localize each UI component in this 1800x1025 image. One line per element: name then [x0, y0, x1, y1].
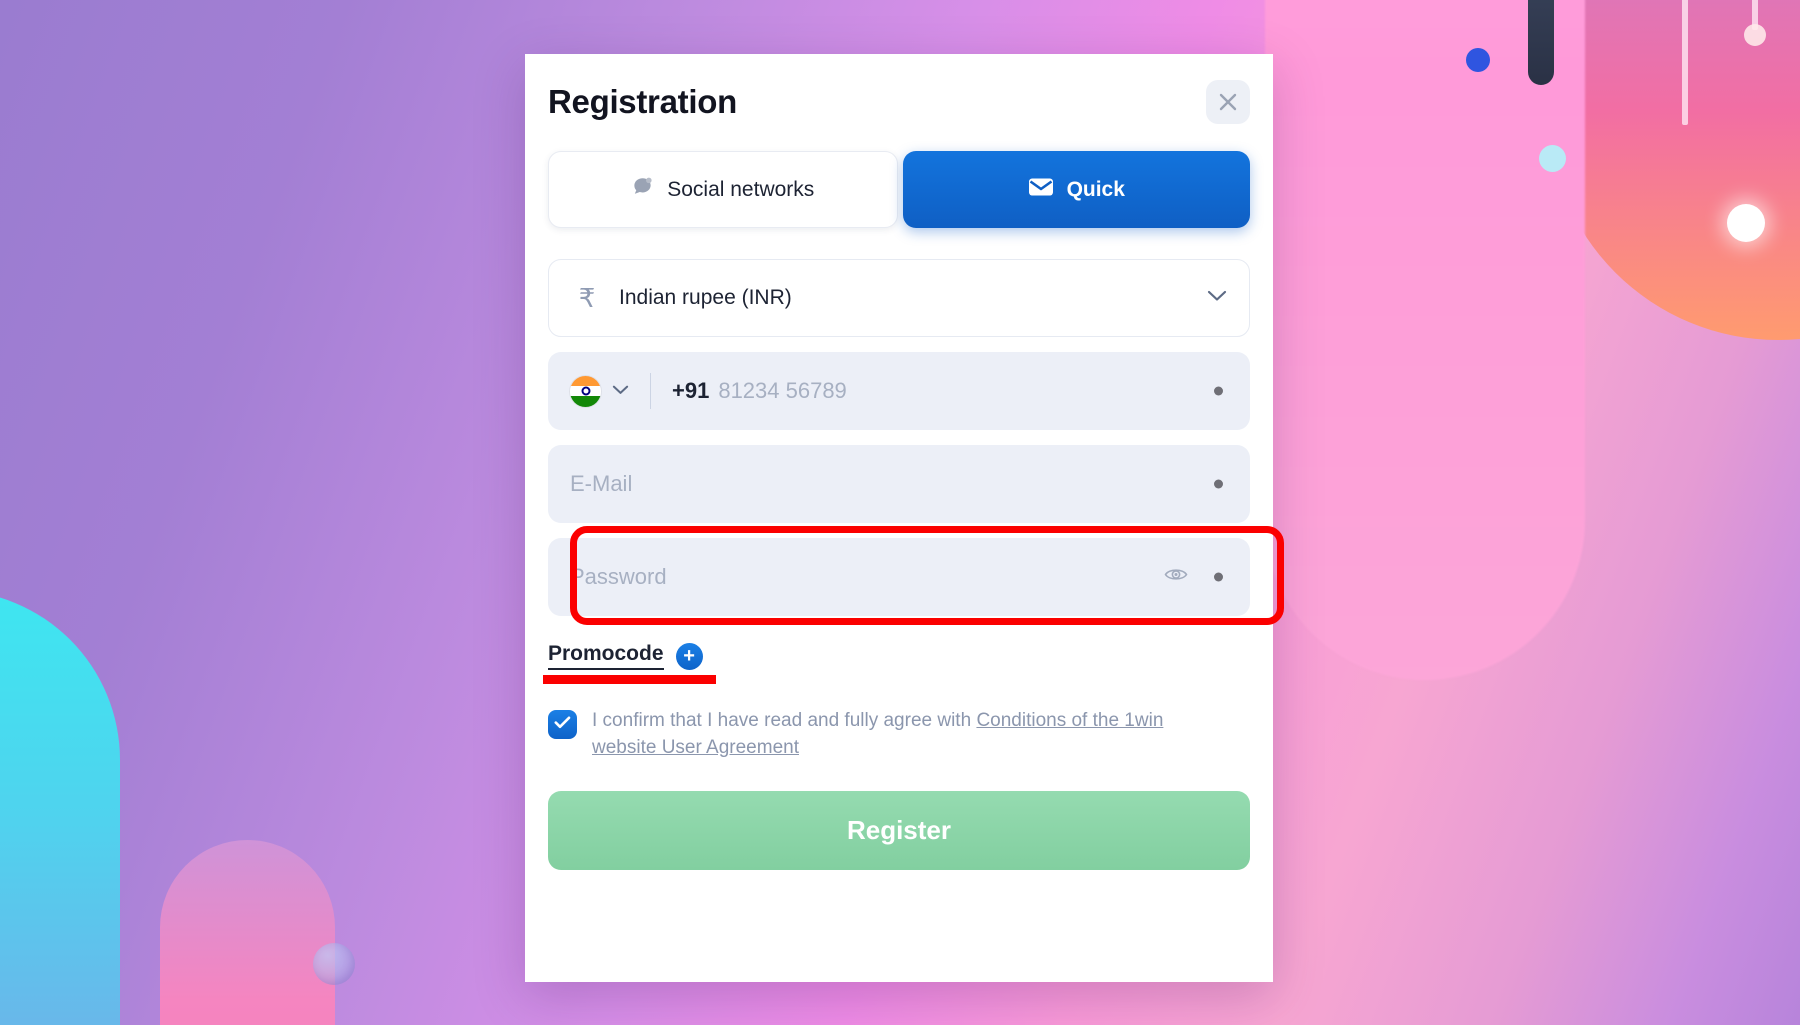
email-required-dot — [1214, 479, 1223, 489]
check-icon — [554, 716, 571, 734]
consent-row: I confirm that I have read and fully agr… — [548, 708, 1250, 762]
modal-header: Registration — [525, 54, 1273, 124]
tab-quick[interactable]: Quick — [902, 151, 1250, 228]
password-input-placeholder: Password — [570, 564, 667, 589]
decorative-blob-teal — [0, 590, 120, 1025]
decorative-string-1 — [1682, 0, 1688, 125]
eye-icon[interactable] — [1164, 566, 1188, 589]
consent-checkbox[interactable] — [548, 710, 577, 739]
tab-quick-label: Quick — [1066, 177, 1125, 201]
email-field[interactable]: E-Mail — [548, 445, 1250, 523]
registration-method-tabs: Social networks Quick — [548, 151, 1250, 228]
phone-input-placeholder: 81234 56789 — [718, 378, 847, 403]
promocode-underline-annotation — [543, 675, 716, 684]
tab-social-networks[interactable]: Social networks — [548, 151, 898, 228]
phone-required-dot — [1214, 386, 1223, 396]
promocode-label: Promocode — [548, 642, 664, 670]
envelope-icon — [1028, 177, 1054, 203]
country-code: +91 — [672, 378, 710, 403]
currency-select[interactable]: ₹ Indian rupee (INR) — [548, 259, 1250, 337]
email-input-placeholder: E-Mail — [570, 471, 633, 496]
decorative-blob-pink-bottom — [160, 840, 335, 1025]
password-field-wrapper: Password — [548, 526, 1284, 625]
decorative-string-ball — [1744, 24, 1766, 46]
password-required-dot — [1214, 572, 1223, 582]
password-field[interactable]: Password — [548, 538, 1250, 616]
close-button[interactable] — [1206, 80, 1250, 124]
phone-divider — [650, 373, 651, 409]
close-icon — [1217, 91, 1239, 113]
phone-field[interactable]: +91 81234 56789 — [548, 352, 1250, 430]
chat-bubble-icon — [631, 175, 654, 204]
decorative-dot-blue — [1466, 48, 1490, 72]
decorative-sphere — [313, 943, 355, 985]
decorative-dot-cyan — [1539, 145, 1566, 172]
decorative-blob-salmon — [1548, 0, 1800, 340]
rupee-icon: ₹ — [578, 282, 596, 313]
plus-icon[interactable]: + — [675, 642, 703, 670]
tab-social-networks-label: Social networks — [667, 177, 815, 201]
consent-text: I confirm that I have read and fully agr… — [592, 708, 1178, 762]
country-chevron-down-icon[interactable] — [612, 382, 629, 400]
page-title: Registration — [548, 83, 737, 120]
india-flag-icon — [570, 375, 601, 407]
registration-modal: Registration Social networks Quick ₹ Ind… — [525, 54, 1284, 982]
consent-text-prefix: I confirm that I have read and fully agr… — [592, 710, 977, 731]
currency-value: Indian rupee (INR) — [619, 286, 792, 309]
decorative-pill-dark — [1528, 0, 1554, 85]
promocode-toggle[interactable]: Promocode + — [543, 642, 716, 684]
decorative-dot-white — [1727, 204, 1765, 242]
decorative-blob-pink — [1265, 0, 1585, 680]
chevron-down-icon — [1207, 289, 1227, 307]
register-button[interactable]: Register — [548, 790, 1250, 870]
